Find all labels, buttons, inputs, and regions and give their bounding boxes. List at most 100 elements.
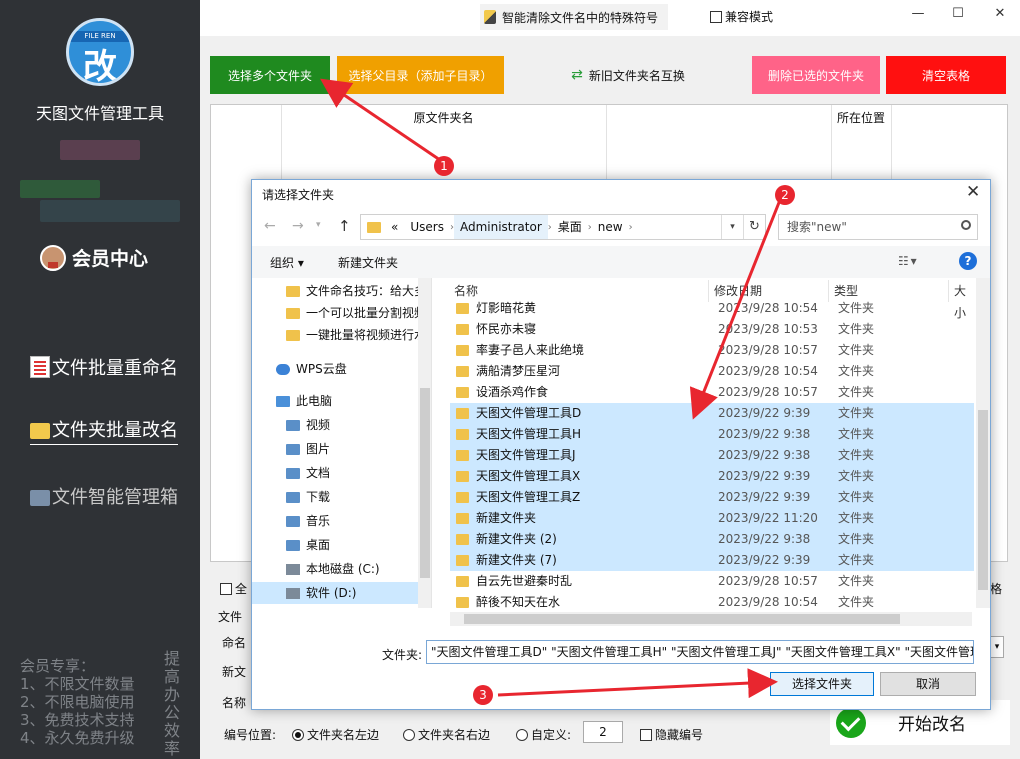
dropdown-chevron-icon[interactable]: ▾: [990, 636, 1004, 658]
folder-name-input[interactable]: "天图文件管理工具D" "天图文件管理工具H" "天图文件管理工具J" "天图文…: [426, 640, 974, 664]
select-all-checkbox[interactable]: 全: [220, 580, 247, 597]
search-box[interactable]: 搜索"new": [778, 214, 978, 240]
file-name: 新建文件夹 (2): [476, 532, 557, 546]
minimize-button[interactable]: —: [908, 6, 928, 21]
organize-menu[interactable]: 组织 ▾: [270, 254, 304, 271]
file-row[interactable]: 天图文件管理工具J 2023/9/22 9:38 文件夹: [450, 445, 974, 466]
file-row[interactable]: 设酒杀鸡作食 2023/9/28 10:57 文件夹: [450, 382, 974, 403]
dialog-close-icon[interactable]: ✕: [966, 182, 980, 202]
up-arrow-icon[interactable]: ↑: [338, 217, 351, 235]
folder-icon: [456, 534, 469, 545]
nav-item[interactable]: 软件 (D:): [252, 582, 418, 604]
navigation-pane[interactable]: 文件命名技巧：给大多 一个可以批量分割视频 一键批量将视频进行水 WPS云盘此电脑 视频…: [252, 278, 432, 608]
nav-item[interactable]: 音乐: [286, 510, 330, 532]
breadcrumb-desktop[interactable]: 桌面: [552, 215, 588, 239]
nav-item-label: 图片: [306, 442, 331, 456]
file-scroll-thumb[interactable]: [978, 410, 988, 590]
nav-scroll-thumb[interactable]: [420, 388, 430, 578]
file-type: 文件夹: [838, 574, 875, 588]
lib-icon: [286, 467, 300, 479]
file-type: 文件夹: [838, 595, 875, 608]
smart-clean-button[interactable]: 智能清除文件名中的特殊符号: [480, 4, 669, 30]
radio-custom[interactable]: 自定义:: [516, 726, 571, 743]
file-date: 2023/9/22 9:39: [718, 469, 811, 483]
nav-folder-rename[interactable]: 文件夹批量改名: [30, 416, 178, 445]
nav-item[interactable]: 百度网盘同步空间: [276, 604, 392, 608]
nav-item[interactable]: 文件命名技巧：给大多: [286, 280, 426, 302]
nav-item[interactable]: 一个可以批量分割视频: [286, 302, 426, 324]
nav-item[interactable]: 下载: [286, 486, 330, 508]
radio-left[interactable]: 文件夹名左边: [292, 726, 379, 743]
file-type: 文件夹: [838, 385, 875, 399]
nav-item[interactable]: 文档: [286, 462, 330, 484]
nav-smart-manager[interactable]: 文件智能管理箱: [30, 483, 178, 509]
nav-item[interactable]: 一键批量将视频进行水: [286, 324, 426, 346]
file-row[interactable]: 天图文件管理工具D 2023/9/22 9:39 文件夹: [450, 403, 974, 424]
swap-names-button[interactable]: ⇄ 新旧文件夹名互换: [562, 62, 694, 88]
nav-item[interactable]: 本地磁盘 (C:): [286, 558, 380, 580]
file-row[interactable]: 率妻子邑人来此绝境 2023/9/28 10:57 文件夹: [450, 340, 974, 361]
nav-scrollbar[interactable]: [418, 278, 431, 608]
file-row[interactable]: 满船清梦压星河 2023/9/28 10:54 文件夹: [450, 361, 974, 382]
cancel-button[interactable]: 取消: [880, 672, 976, 696]
radio-custom-label: 自定义:: [531, 728, 572, 742]
file-date: 2023/9/28 10:57: [718, 385, 818, 399]
address-dropdown-icon[interactable]: ▾: [721, 215, 743, 239]
hide-number-checkbox[interactable]: 隐藏编号: [640, 726, 703, 743]
file-row[interactable]: 自云先世避秦时乱 2023/9/28 10:57 文件夹: [450, 571, 974, 592]
file-row[interactable]: 天图文件管理工具H 2023/9/22 9:38 文件夹: [450, 424, 974, 445]
refresh-icon[interactable]: ↻: [743, 215, 765, 239]
clear-table-button[interactable]: 清空表格: [886, 56, 1006, 94]
horizontal-scroll-thumb[interactable]: [464, 614, 900, 624]
folder-icon: [456, 324, 469, 335]
delete-selected-button[interactable]: 删除已选的文件夹: [752, 56, 880, 94]
nav-item[interactable]: 此电脑: [276, 390, 332, 412]
nav-item-label: WPS云盘: [296, 362, 347, 376]
select-multiple-folders-button[interactable]: 选择多个文件夹: [210, 56, 330, 94]
file-type: 文件夹: [838, 301, 875, 315]
file-row[interactable]: 新建文件夹 (7) 2023/9/22 9:39 文件夹: [450, 550, 974, 571]
view-options-icon[interactable]: ☷ ▾: [898, 254, 917, 268]
radio-right[interactable]: 文件夹名右边: [403, 726, 490, 743]
nav-item[interactable]: WPS云盘: [276, 358, 347, 380]
vip-center[interactable]: 会员中心: [40, 244, 148, 271]
file-date: 2023/9/22 11:20: [718, 511, 818, 525]
help-icon[interactable]: ?: [959, 252, 977, 270]
step-badge-1: 1: [434, 156, 454, 176]
breadcrumb-administrator[interactable]: Administrator: [453, 215, 548, 239]
new-folder-button[interactable]: 新建文件夹: [338, 254, 398, 271]
horizontal-scrollbar[interactable]: [450, 612, 972, 626]
forward-arrow-icon[interactable]: →: [292, 218, 304, 234]
breadcrumb-overflow[interactable]: «: [385, 215, 404, 239]
nav-item[interactable]: 视频: [286, 414, 330, 436]
address-bar[interactable]: « Users › Administrator › 桌面 › new › ▾ ↻: [360, 214, 766, 240]
file-row[interactable]: 新建文件夹 (2) 2023/9/22 9:38 文件夹: [450, 529, 974, 550]
nav-file-rename[interactable]: 文件批量重命名: [30, 354, 178, 380]
select-folder-button[interactable]: 选择文件夹: [770, 672, 874, 696]
radio-right-label: 文件夹名右边: [418, 728, 491, 742]
document-icon: [30, 356, 50, 378]
file-row[interactable]: 醉後不知天在水 2023/9/28 10:54 文件夹: [450, 592, 974, 608]
file-row[interactable]: 怀民亦未寝 2023/9/28 10:53 文件夹: [450, 319, 974, 340]
file-list-scrollbar[interactable]: [976, 278, 990, 608]
breadcrumb-new[interactable]: new: [592, 215, 629, 239]
maximize-button[interactable]: ☐: [948, 6, 968, 21]
file-list[interactable]: 名称 修改日期 类型 大小 灯影暗花黄 2023/9/28 10:54 文件夹 怀民亦…: [450, 278, 974, 608]
select-parent-dir-button[interactable]: 选择父目录（添加子目录）: [337, 56, 504, 94]
file-row[interactable]: 新建文件夹 2023/9/22 11:20 文件夹: [450, 508, 974, 529]
folder-icon: [456, 303, 469, 314]
nav-item[interactable]: 桌面: [286, 534, 330, 556]
breadcrumb-users[interactable]: Users: [404, 215, 450, 239]
folder-icon: [286, 285, 300, 297]
compat-mode-checkbox[interactable]: 兼容模式: [710, 8, 773, 25]
history-chevron-icon[interactable]: ▾: [316, 220, 321, 230]
column-header-original[interactable]: 原文件夹名: [281, 105, 606, 131]
nav-item[interactable]: 图片: [286, 438, 330, 460]
column-header-location[interactable]: 所在位置: [831, 105, 891, 131]
file-row[interactable]: 灯影暗花黄 2023/9/28 10:54 文件夹: [450, 298, 974, 315]
file-row[interactable]: 天图文件管理工具X 2023/9/22 9:39 文件夹: [450, 466, 974, 487]
close-window-button[interactable]: ✕: [990, 6, 1010, 21]
file-row[interactable]: 天图文件管理工具Z 2023/9/22 9:39 文件夹: [450, 487, 974, 508]
custom-number-input[interactable]: 2: [583, 721, 623, 743]
back-arrow-icon[interactable]: ←: [264, 218, 276, 234]
